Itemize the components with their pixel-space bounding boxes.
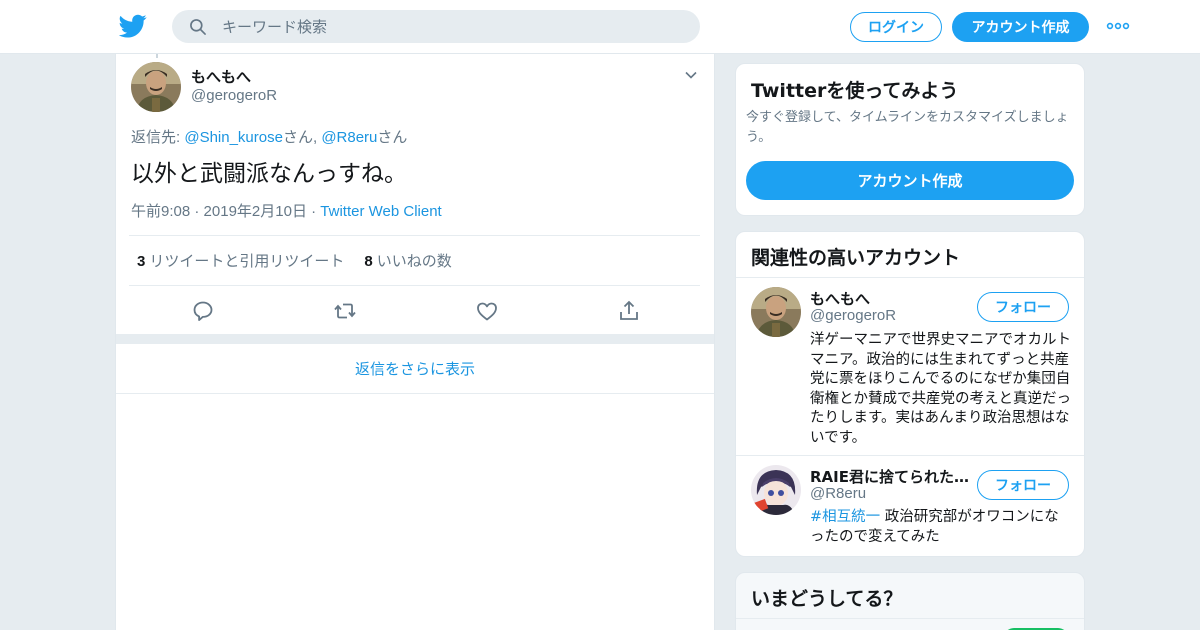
create-account-button[interactable]: アカウント作成	[746, 161, 1074, 200]
retweet-stat[interactable]: 3 リツイートと引用リツイート	[137, 250, 344, 271]
reply-prefix: 返信先:	[131, 129, 185, 146]
tweet-actions	[116, 294, 714, 328]
like-stat-label: いいねの数	[376, 252, 452, 270]
share-icon[interactable]	[617, 299, 641, 323]
tweet-time[interactable]: 午前9:08	[131, 203, 190, 220]
heart-icon[interactable]	[475, 299, 499, 323]
like-stat[interactable]: 8 いいねの数	[364, 250, 451, 271]
tweet-stats: 3 リツイートと引用リツイート 8 いいねの数	[129, 235, 700, 286]
signup-button[interactable]: アカウント作成	[952, 12, 1089, 42]
login-button[interactable]: ログイン	[850, 12, 942, 42]
search-bar[interactable]	[172, 10, 700, 43]
related-accounts-card: 関連性の高いアカウント もへもへ @gerogeroR フォロー 洋ゲーマニアで…	[735, 231, 1085, 557]
reply-icon[interactable]	[191, 299, 215, 323]
tweet-author-handle[interactable]: @gerogeroR	[191, 87, 277, 104]
card-title: Twitterを使ってみよう	[751, 80, 959, 102]
tweet-text: 以外と武闘派なんっすね。	[131, 161, 407, 187]
avatar[interactable]	[751, 287, 801, 337]
twitter-bird-icon[interactable]	[119, 12, 147, 40]
reply-honorific: さん,	[282, 129, 322, 146]
tweet-author-name[interactable]: もへもへ	[191, 66, 251, 87]
tweet-date[interactable]: 2019年2月10日	[204, 203, 307, 220]
account-handle[interactable]: @gerogeroR	[810, 307, 896, 324]
like-count: 8	[364, 253, 373, 270]
account-handle[interactable]: @R8eru	[810, 485, 866, 502]
follow-button[interactable]: フォロー	[977, 292, 1069, 322]
reply-context: 返信先: @Shin_kuroseさん, @R8eruさん	[131, 126, 407, 147]
card-title: 関連性の高いアカウント	[751, 247, 961, 269]
search-icon	[190, 18, 206, 35]
card-title: いまどうしてる？	[751, 588, 903, 610]
more-options-icon[interactable]	[1106, 20, 1130, 32]
search-input[interactable]	[222, 17, 662, 36]
tweet-client-link[interactable]: Twitter Web Client	[320, 203, 441, 220]
account-bio: 洋ゲーマニアで世界史マニアでオカルトマニア。政治的には生まれてずっと共産党に票を…	[810, 332, 1071, 446]
top-nav: ログイン アカウント作成	[0, 0, 1200, 54]
divider	[736, 277, 1084, 278]
reply-honorific: さん	[377, 129, 408, 146]
hashtag-link[interactable]: #相互統一	[810, 509, 880, 525]
card-subtitle: 今すぐ登録して、タイムラインをカスタマイズしましょう。	[746, 110, 1069, 145]
avatar[interactable]	[131, 62, 181, 112]
account-name[interactable]: RAIE君に捨てられた…	[810, 466, 970, 487]
account-name[interactable]: もへもへ	[810, 288, 970, 309]
divider	[736, 618, 1084, 619]
retweet-stat-label: リツイートと引用リツイート	[149, 252, 345, 270]
whats-happening-card: いまどうしてる？	[735, 572, 1085, 630]
avatar[interactable]	[751, 465, 801, 515]
chevron-down-icon[interactable]	[684, 68, 698, 82]
show-more-replies-link[interactable]: 返信をさらに表示	[116, 344, 714, 394]
section-divider	[116, 334, 714, 344]
retweet-icon[interactable]	[333, 299, 357, 323]
account-bio: #相互統一 政治研究部がオワコンになったので変えてみた	[810, 508, 1072, 547]
retweet-count: 3	[137, 253, 146, 270]
tweet-metadata: 午前9:08 · 2019年2月10日 · Twitter Web Client	[131, 203, 442, 220]
mention-link[interactable]: @R8eru	[321, 129, 377, 146]
tweet-permalink-column: もへもへ @gerogeroR 返信先: @Shin_kuroseさん, @R8…	[115, 54, 715, 630]
follow-button[interactable]: フォロー	[977, 470, 1069, 500]
thread-connector	[156, 54, 158, 58]
signup-promo-card: Twitterを使ってみよう 今すぐ登録して、タイムラインをカスタマイズしましょ…	[735, 63, 1085, 216]
divider	[736, 455, 1084, 456]
mention-link[interactable]: @Shin_kurose	[184, 129, 283, 146]
